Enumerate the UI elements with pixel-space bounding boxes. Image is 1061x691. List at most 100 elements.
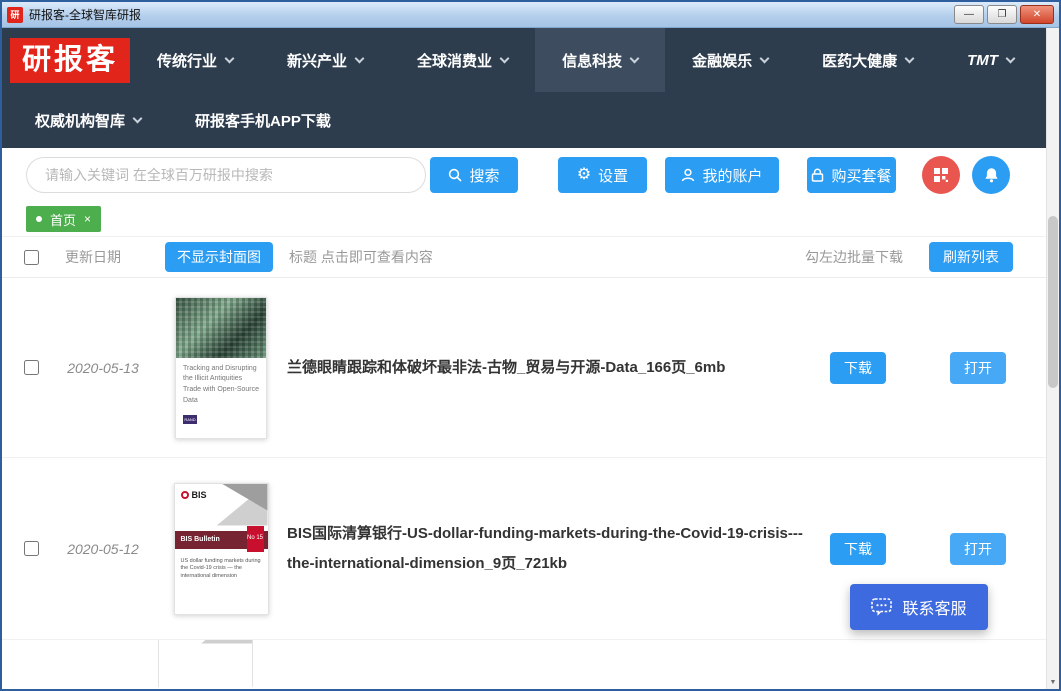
settings-button-label: 设置	[598, 165, 628, 186]
chevron-down-icon	[225, 54, 235, 64]
search-input[interactable]	[26, 157, 426, 193]
open-button[interactable]: 打开	[950, 352, 1006, 384]
download-button[interactable]: 下载	[830, 352, 886, 384]
batch-download-hint: 勾左边批量下载	[805, 247, 903, 267]
contact-support-button[interactable]: 联系客服	[850, 584, 988, 630]
bis-logo-mark	[181, 491, 189, 499]
nav-item-traditional-industry[interactable]: 传统行业	[130, 28, 260, 92]
purchase-package-button[interactable]: 购买套餐	[807, 157, 896, 193]
chat-icon	[871, 598, 892, 617]
vertical-scrollbar[interactable]: ▼	[1046, 28, 1059, 689]
chevron-down-icon	[1005, 54, 1015, 64]
nav-item-label: 权威机构智库	[35, 110, 125, 131]
tab-close-icon[interactable]: ×	[84, 212, 91, 226]
row-checkbox[interactable]	[24, 541, 39, 556]
nav-item-label: 金融娱乐	[692, 50, 752, 71]
chevron-down-icon	[355, 54, 365, 64]
purchase-package-label: 购买套餐	[831, 165, 891, 186]
search-icon	[448, 168, 462, 182]
account-button[interactable]: 我的账户	[665, 157, 779, 193]
gear-icon: ⚙	[577, 167, 591, 183]
hide-cover-button[interactable]: 不显示封面图	[165, 242, 273, 272]
nav-item-label: 传统行业	[157, 50, 217, 71]
tab-home-label: 首页	[50, 210, 76, 229]
maximize-button[interactable]: ❐	[987, 5, 1017, 24]
tab-bar: 首页 ×	[2, 202, 1059, 236]
bis-cover-thumbnail: BIS BIS Bulletin No 15 US dollar funding…	[174, 483, 269, 615]
report-cover[interactable]: Tracking and Disrupting the Illicit Anti…	[171, 297, 271, 439]
select-all-checkbox[interactable]	[24, 250, 39, 265]
contact-support-label: 联系客服	[902, 595, 966, 619]
nav-item-tmt[interactable]: TMT	[940, 28, 1041, 92]
nav-item-label: 医药大健康	[822, 50, 897, 71]
qrcode-icon	[933, 167, 949, 183]
search-section: 搜索 ⚙ 设置 我的账户 购买套餐	[2, 148, 1059, 202]
tab-home[interactable]: 首页 ×	[26, 206, 101, 232]
nav-item-think-tanks[interactable]: 权威机构智库	[8, 92, 168, 148]
qrcode-button[interactable]	[922, 156, 960, 194]
title-column-header: 标题 点击即可查看内容	[289, 247, 433, 267]
lock-icon	[811, 168, 824, 182]
nav-item-global-consumer[interactable]: 全球消费业	[390, 28, 535, 92]
chevron-down-icon	[905, 54, 915, 64]
chevron-down-icon	[760, 54, 770, 64]
rand-cover-thumbnail: Tracking and Disrupting the Illicit Anti…	[175, 297, 267, 439]
report-row: 2020-05-13 Tracking and Disrupting the I…	[2, 278, 1059, 458]
user-icon	[681, 168, 695, 182]
nav-item-finance-entertainment[interactable]: 金融娱乐	[665, 28, 795, 92]
scrollbar-down-arrow[interactable]: ▼	[1047, 675, 1059, 689]
refresh-list-button[interactable]: 刷新列表	[929, 242, 1013, 272]
open-button[interactable]: 打开	[950, 533, 1006, 565]
report-title-link[interactable]: BIS国际清算银行-US-dollar-funding-markets-duri…	[287, 519, 819, 578]
report-date: 2020-05-12	[55, 541, 151, 557]
window-title: 研报客-全球智库研报	[29, 6, 141, 23]
list-header: 更新日期 不显示封面图 标题 点击即可查看内容 勾左边批量下载 刷新列表	[2, 236, 1059, 278]
titlebar: 研 研报客-全球智库研报 — ❐ ✕	[2, 2, 1059, 28]
nav-row-2: 权威机构智库 研报客手机APP下载	[2, 92, 1059, 148]
chevron-down-icon	[630, 54, 640, 64]
report-row-partial: BIS	[2, 640, 1059, 687]
cover-caption: US dollar funding markets during the Cov…	[181, 558, 262, 582]
cover-image	[176, 298, 266, 358]
app-window: 研 研报客-全球智库研报 — ❐ ✕ 研报客 传统行业 新兴产业 全球消费业	[0, 0, 1061, 691]
window-controls: — ❐ ✕	[954, 5, 1054, 24]
nav-item-label: 新兴产业	[287, 50, 347, 71]
tab-active-dot	[36, 216, 42, 222]
bell-icon	[984, 167, 999, 183]
rand-logo: RAND	[183, 415, 197, 424]
download-button[interactable]: 下载	[830, 533, 886, 565]
settings-button[interactable]: ⚙ 设置	[558, 157, 647, 193]
chevron-down-icon	[500, 54, 510, 64]
nav-item-pharma-health[interactable]: 医药大健康	[795, 28, 940, 92]
row-checkbox[interactable]	[24, 360, 39, 375]
chevron-down-icon	[133, 114, 143, 124]
date-column-header: 更新日期	[65, 247, 121, 267]
bis-logo: BIS	[181, 490, 207, 500]
nav-item-emerging-industry[interactable]: 新兴产业	[260, 28, 390, 92]
report-cover[interactable]: BIS BIS Bulletin No 15 US dollar funding…	[171, 483, 271, 615]
main-nav: 研报客 传统行业 新兴产业 全球消费业 信息科技 金融娱乐	[2, 28, 1059, 148]
scrollbar-thumb[interactable]	[1048, 216, 1058, 388]
bis-logo-text: BIS	[192, 490, 207, 500]
nav-item-app-download[interactable]: 研报客手机APP下载	[168, 92, 358, 148]
report-date: 2020-05-13	[55, 360, 151, 376]
account-button-label: 我的账户	[702, 165, 762, 186]
search-button-label: 搜索	[469, 165, 499, 186]
nav-item-label: TMT	[967, 52, 998, 69]
report-title-link[interactable]: 兰德眼睛跟踪和体破坏最非法-古物_贸易与开源-Data_166页_6mb	[287, 353, 819, 382]
close-button[interactable]: ✕	[1020, 5, 1054, 24]
cover-decoration	[190, 640, 252, 644]
minimize-button[interactable]: —	[954, 5, 984, 24]
search-button[interactable]: 搜索	[430, 157, 518, 193]
nav-item-label: 信息科技	[562, 50, 622, 71]
nav-item-label: 研报客手机APP下载	[195, 110, 331, 131]
bis-cover-thumbnail[interactable]: BIS	[158, 640, 253, 687]
cover-issue-number: No 15	[247, 526, 264, 552]
cover-caption: Tracking and Disrupting the Illicit Anti…	[176, 358, 266, 407]
nav-item-label: 全球消费业	[417, 50, 492, 71]
notifications-button[interactable]	[972, 156, 1010, 194]
app-icon: 研	[7, 7, 23, 23]
nav-row-1: 研报客 传统行业 新兴产业 全球消费业 信息科技 金融娱乐	[2, 28, 1059, 92]
nav-item-info-tech[interactable]: 信息科技	[535, 28, 665, 92]
app-logo[interactable]: 研报客	[10, 38, 130, 83]
